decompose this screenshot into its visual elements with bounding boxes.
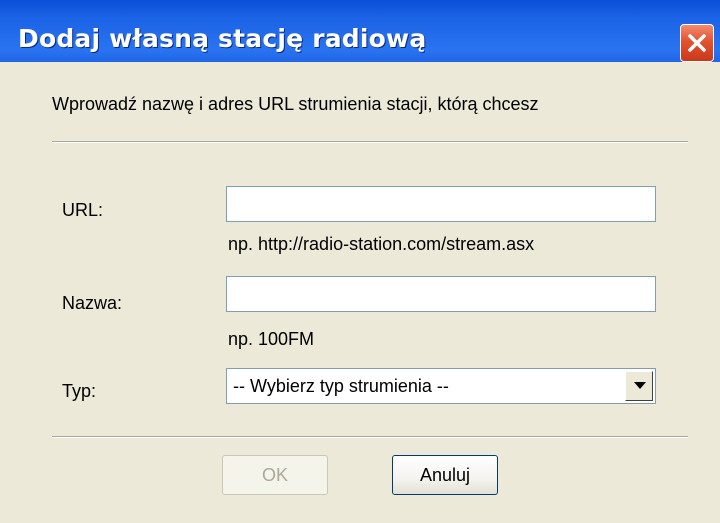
url-label: URL: [62,200,104,220]
separator-top [52,141,688,143]
name-input[interactable] [226,276,656,312]
intro-text: Wprowadź nazwę i adres URL strumienia st… [52,94,539,114]
window-title: Dodaj własną stację radiową [18,24,427,53]
dialog-window: Dodaj własną stację radiową Wprowadź naz… [0,0,720,523]
type-label: Typ: [62,381,97,401]
stream-type-selected: -- Wybierz typ strumienia -- [233,376,449,396]
dropdown-button[interactable] [625,371,653,401]
chevron-down-icon [634,382,646,389]
close-button[interactable] [680,24,714,62]
name-label: Nazwa: [62,293,123,313]
dialog-body: Wprowadź nazwę i adres URL strumienia st… [0,62,720,523]
close-icon [688,34,706,52]
ok-button[interactable]: OK [222,455,328,495]
stream-type-select[interactable]: -- Wybierz typ strumienia -- [226,368,656,404]
url-input[interactable] [226,186,656,222]
cancel-button[interactable]: Anuluj [392,455,498,495]
url-hint: np. http://radio-station.com/stream.asx [228,234,535,254]
name-hint: np. 100FM [228,329,315,349]
separator-bottom [52,436,688,438]
